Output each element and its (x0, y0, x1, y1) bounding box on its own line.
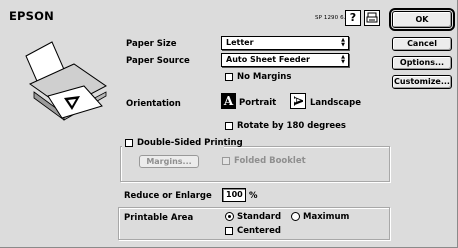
orientation-label: Orientation (126, 99, 181, 109)
centered-checkbox[interactable] (225, 227, 233, 235)
maximum-radio[interactable] (291, 212, 300, 221)
rotate-180-label: Rotate by 180 degrees (237, 121, 346, 131)
no-margins-checkbox[interactable] (225, 73, 233, 81)
paper-size-select[interactable]: Letter ▲ ▼ (221, 36, 349, 50)
margins-button[interactable]: Margins... (139, 155, 199, 168)
updown-arrows-icon: ▲ ▼ (341, 37, 345, 48)
portrait-label[interactable]: Portrait (239, 98, 276, 108)
landscape-glyph: A (291, 96, 305, 106)
landscape-icon[interactable]: A (290, 93, 306, 109)
printer-settings-icon[interactable] (364, 10, 380, 26)
printer-illustration (25, 41, 107, 121)
scale-input[interactable]: 100 (222, 188, 246, 202)
folded-booklet-label: Folded Booklet (234, 156, 306, 166)
updown-arrows-icon: ▲ ▼ (341, 54, 345, 65)
cancel-button[interactable]: Cancel (392, 37, 452, 51)
centered-label: Centered (237, 226, 281, 236)
paper-size-label: Paper Size (126, 39, 177, 49)
paper-source-select[interactable]: Auto Sheet Feeder ▲ ▼ (221, 53, 349, 67)
folded-booklet-checkbox[interactable] (222, 157, 230, 165)
standard-label: Standard (237, 212, 282, 222)
rotate-180-checkbox[interactable] (225, 122, 233, 130)
brand-logo: EPSON (9, 9, 54, 23)
double-sided-checkbox[interactable] (125, 139, 133, 147)
standard-radio[interactable] (225, 212, 234, 221)
paper-size-value: Letter (226, 38, 254, 47)
landscape-label[interactable]: Landscape (310, 98, 361, 108)
ok-button[interactable]: OK (389, 8, 455, 31)
help-icon[interactable]: ? (345, 10, 361, 26)
customize-button[interactable]: Customize... (392, 75, 452, 89)
page-setup-dialog: EPSON SP 1290 6.50E ? OK Cancel Options.… (0, 0, 458, 248)
portrait-icon[interactable]: A (221, 93, 236, 109)
double-sided-label: Double-Sided Printing (137, 138, 243, 148)
printable-area-label: Printable Area (124, 213, 194, 223)
no-margins-label: No Margins (237, 72, 292, 82)
options-button[interactable]: Options... (392, 56, 452, 70)
reduce-enlarge-label: Reduce or Enlarge (124, 191, 212, 201)
paper-source-value: Auto Sheet Feeder (226, 55, 310, 64)
maximum-label: Maximum (303, 212, 350, 222)
paper-source-label: Paper Source (126, 56, 190, 66)
percent-unit: % (249, 191, 258, 201)
